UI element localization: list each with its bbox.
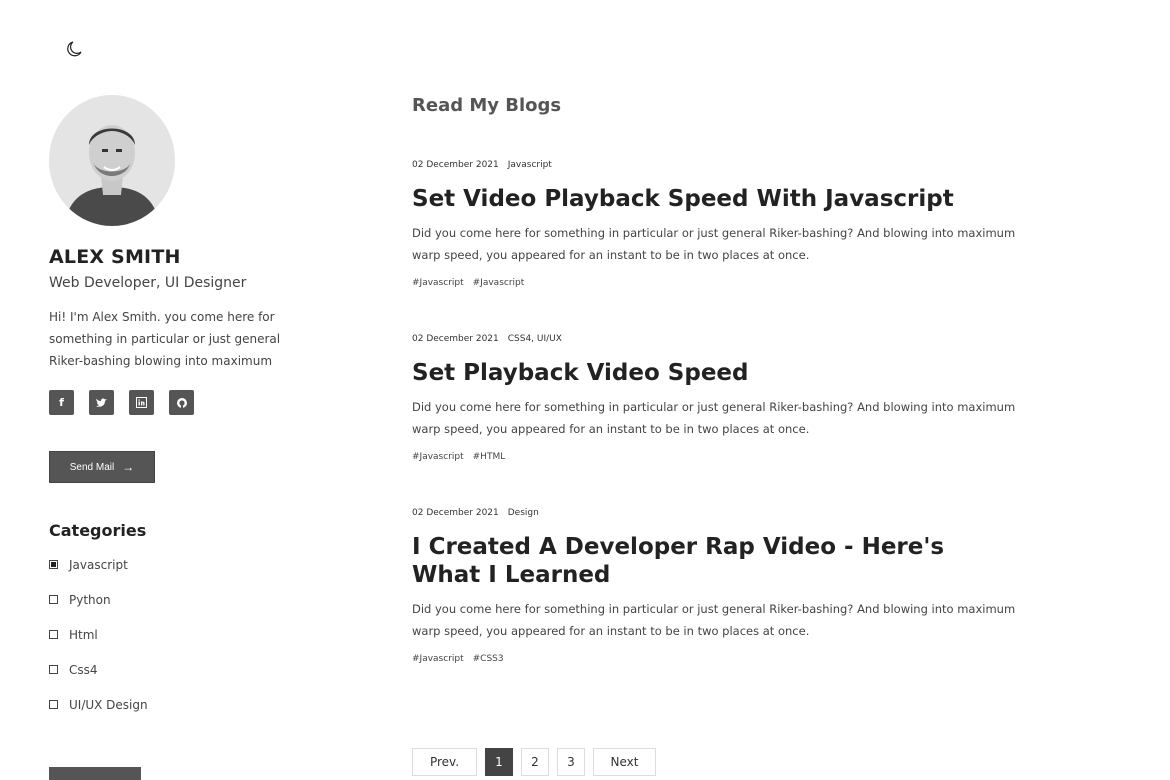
facebook-icon[interactable]: f xyxy=(49,390,74,415)
profile-bio: Hi! I'm Alex Smith. you come here for so… xyxy=(49,310,281,368)
blog-post: 02 December 2021 CSS4, UI/UX Set Playbac… xyxy=(412,334,1032,462)
post-category-link[interactable]: CSS4, UI/UX xyxy=(508,334,562,344)
twitter-icon[interactable] xyxy=(89,390,114,415)
categories-list: Javascript Python Html Css4 UI/UX Design xyxy=(49,556,309,713)
checkbox-checked-icon[interactable] xyxy=(49,560,58,569)
post-tags: #Javascript #HTML xyxy=(412,452,1032,462)
page-1-button[interactable]: 1 xyxy=(485,748,513,776)
github-icon[interactable] xyxy=(169,390,194,415)
category-css4[interactable]: Css4 xyxy=(49,661,309,678)
post-meta: 02 December 2021 CSS4, UI/UX xyxy=(412,334,1032,344)
linkedin-icon[interactable] xyxy=(129,390,154,415)
profile-photo xyxy=(49,95,175,226)
next-page-button[interactable]: Next xyxy=(593,748,656,776)
post-category-link[interactable]: Javascript xyxy=(508,160,552,170)
twitter-bird-icon xyxy=(96,398,107,407)
category-html[interactable]: Html xyxy=(49,626,309,643)
post-meta: 02 December 2021 Design xyxy=(412,508,1032,518)
category-label: Python xyxy=(69,592,111,607)
arrow-right-icon: → xyxy=(122,460,135,474)
category-label: Html xyxy=(69,627,98,642)
profile-role: Web Developer, UI Designer xyxy=(49,275,247,291)
category-label: UI/UX Design xyxy=(69,697,148,712)
blog-post: 02 December 2021 Design I Created A Deve… xyxy=(412,508,1032,664)
blog-list: Read My Blogs 02 December 2021 Javascrip… xyxy=(412,95,1032,664)
post-tags: #Javascript #CSS3 xyxy=(412,654,1032,664)
tag-link[interactable]: #Javascript xyxy=(412,278,464,288)
tag-link[interactable]: #Javascript xyxy=(473,278,525,288)
github-octocat-icon xyxy=(176,397,187,408)
post-excerpt: Did you come here for something in parti… xyxy=(412,226,1016,262)
profile-name: ALEX SMITH xyxy=(49,246,181,268)
checkbox-icon[interactable] xyxy=(49,665,58,674)
checkbox-icon[interactable] xyxy=(49,630,58,639)
page-3-button[interactable]: 3 xyxy=(557,748,585,776)
page-title: Read My Blogs xyxy=(412,95,562,116)
page-2-button[interactable]: 2 xyxy=(521,748,549,776)
checkbox-icon[interactable] xyxy=(49,700,58,709)
category-label: Css4 xyxy=(69,662,98,677)
tag-link[interactable]: #CSS3 xyxy=(473,654,504,664)
sidebar-bottom-button[interactable] xyxy=(49,767,141,780)
post-category-link[interactable]: Design xyxy=(508,508,539,518)
post-excerpt: Did you come here for something in parti… xyxy=(412,602,1016,638)
category-javascript[interactable]: Javascript xyxy=(49,556,309,573)
category-label: Javascript xyxy=(69,557,128,572)
post-title-link[interactable]: Set Video Playback Speed With Javascript xyxy=(412,185,972,213)
send-mail-button[interactable]: Send Mail → xyxy=(49,451,155,483)
theme-toggle-moon-icon[interactable] xyxy=(64,38,86,60)
post-date: 02 December 2021 xyxy=(412,508,499,518)
profile-sidebar: ALEX SMITH Web Developer, UI Designer Hi… xyxy=(49,95,309,780)
post-meta: 02 December 2021 Javascript xyxy=(412,160,1032,170)
tag-link[interactable]: #HTML xyxy=(473,452,506,462)
post-tags: #Javascript #Javascript xyxy=(412,278,1032,288)
social-links: f xyxy=(49,390,309,415)
moon-icon xyxy=(67,41,82,57)
pagination: Prev. 1 2 3 Next xyxy=(412,748,656,776)
category-uiux-design[interactable]: UI/UX Design xyxy=(49,696,309,713)
categories-title: Categories xyxy=(49,521,147,540)
category-python[interactable]: Python xyxy=(49,591,309,608)
blog-post: 02 December 2021 Javascript Set Video Pl… xyxy=(412,160,1032,288)
post-date: 02 December 2021 xyxy=(412,334,499,344)
tag-link[interactable]: #Javascript xyxy=(412,452,464,462)
post-date: 02 December 2021 xyxy=(412,160,499,170)
post-title-link[interactable]: I Created A Developer Rap Video - Here's… xyxy=(412,533,972,589)
tag-link[interactable]: #Javascript xyxy=(412,654,464,664)
linkedin-logo-icon xyxy=(136,397,147,408)
post-excerpt: Did you come here for something in parti… xyxy=(412,400,1016,436)
post-title-link[interactable]: Set Playback Video Speed xyxy=(412,359,972,387)
send-mail-label: Send Mail xyxy=(69,461,115,473)
checkbox-icon[interactable] xyxy=(49,595,58,604)
prev-page-button[interactable]: Prev. xyxy=(412,748,477,776)
avatar xyxy=(49,95,175,226)
